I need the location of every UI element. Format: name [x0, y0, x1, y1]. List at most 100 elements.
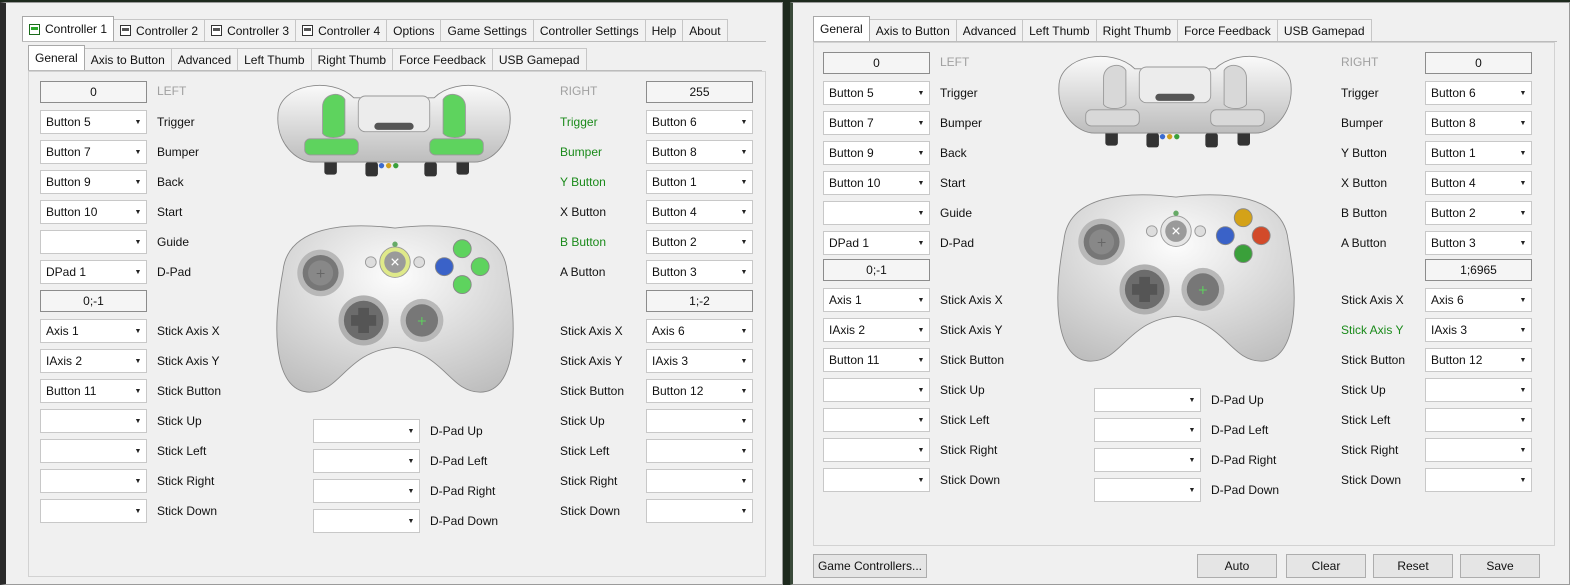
- d-pad-right-select[interactable]: ▼: [1094, 448, 1201, 472]
- left-stick-up-select[interactable]: ▼: [823, 378, 930, 402]
- d-pad-left-select[interactable]: ▼: [1094, 418, 1201, 442]
- right-stick-axis-x-select[interactable]: Axis 6 ▼: [1425, 288, 1532, 312]
- d-pad-down-select[interactable]: ▼: [1094, 478, 1201, 502]
- left-back-select[interactable]: Button 9 ▼: [823, 141, 930, 165]
- tab-advanced[interactable]: Advanced: [955, 19, 1024, 41]
- right-bumper-select[interactable]: Button 8 ▼: [1425, 111, 1532, 135]
- tab-controller-3[interactable]: Controller 3: [204, 19, 297, 41]
- left-d-pad-select[interactable]: DPad 1 ▼: [40, 260, 147, 284]
- right-stick-button-select[interactable]: Button 12 ▼: [646, 379, 753, 403]
- tab-game-settings[interactable]: Game Settings: [440, 19, 534, 41]
- left-start-select[interactable]: Button 10 ▼: [823, 171, 930, 195]
- left-bumper-select[interactable]: Button 7 ▼: [40, 140, 147, 164]
- right-bumper-select[interactable]: Button 8 ▼: [646, 140, 753, 164]
- tab-force-feedback[interactable]: Force Feedback: [1177, 19, 1278, 41]
- tab-force-feedback[interactable]: Force Feedback: [392, 48, 493, 70]
- d-pad-left-select[interactable]: ▼: [313, 449, 420, 473]
- chevron-down-icon: ▼: [740, 417, 748, 425]
- d-pad-right-select[interactable]: ▼: [313, 479, 420, 503]
- chevron-down-icon: ▼: [1519, 149, 1527, 157]
- right-stick-axis-x-select[interactable]: Axis 6 ▼: [646, 319, 753, 343]
- left-bumper-select[interactable]: Button 7 ▼: [823, 111, 930, 135]
- right-x-button-select[interactable]: Button 4 ▼: [1425, 171, 1532, 195]
- right-a-button-select[interactable]: Button 3 ▼: [646, 260, 753, 284]
- left-guide-select[interactable]: ▼: [40, 230, 147, 254]
- left-stick-button-select[interactable]: Button 11 ▼: [40, 379, 147, 403]
- tab-axis-to-button[interactable]: Axis to Button: [83, 48, 172, 70]
- chevron-down-icon: ▼: [407, 457, 415, 465]
- d-pad-up-select[interactable]: ▼: [313, 419, 420, 443]
- right-y-button-select[interactable]: Button 1 ▼: [646, 170, 753, 194]
- right-y-button-select[interactable]: Button 1 ▼: [1425, 141, 1532, 165]
- right-trigger-select[interactable]: Button 6 ▼: [646, 110, 753, 134]
- auto-button[interactable]: Auto: [1197, 554, 1277, 578]
- left-stick-axis-y-select[interactable]: IAxis 2 ▼: [823, 318, 930, 342]
- left-guide-select[interactable]: ▼: [823, 201, 930, 225]
- chevron-down-icon: ▼: [407, 517, 415, 525]
- tab-advanced[interactable]: Advanced: [170, 48, 239, 70]
- save-button[interactable]: Save: [1460, 554, 1540, 578]
- right-stick-up-select[interactable]: ▼: [646, 409, 753, 433]
- right-stick-button-select[interactable]: Button 12 ▼: [1425, 348, 1532, 372]
- right-stick-down-select[interactable]: ▼: [646, 499, 753, 523]
- tab-left-thumb[interactable]: Left Thumb: [237, 48, 312, 70]
- combo-value: Button 5: [829, 86, 874, 100]
- left-stick-right-select[interactable]: ▼: [823, 438, 930, 462]
- left-start-select[interactable]: Button 10 ▼: [40, 200, 147, 224]
- left-stick-axis-x-select[interactable]: Axis 1 ▼: [40, 319, 147, 343]
- left-stick-down-select[interactable]: ▼: [40, 499, 147, 523]
- tab-options[interactable]: Options: [386, 19, 442, 41]
- left-stick-down-select[interactable]: ▼: [823, 468, 930, 492]
- left-stick-right-select[interactable]: ▼: [40, 469, 147, 493]
- left-stick-axis-x-select[interactable]: Axis 1 ▼: [823, 288, 930, 312]
- tab-usb-gamepad[interactable]: USB Gamepad: [1276, 19, 1372, 41]
- right-stick-left-select[interactable]: ▼: [1425, 408, 1532, 432]
- right-stick-right-select[interactable]: ▼: [646, 469, 753, 493]
- tab-controller-2[interactable]: Controller 2: [113, 19, 206, 41]
- right-trigger-select[interactable]: Button 6 ▼: [1425, 81, 1532, 105]
- tab-general[interactable]: General: [813, 16, 870, 41]
- tab-axis-to-button[interactable]: Axis to Button: [868, 19, 957, 41]
- left-trigger-select[interactable]: Button 5 ▼: [40, 110, 147, 134]
- combo-value: Button 11: [46, 384, 97, 398]
- tab-about[interactable]: About: [682, 19, 728, 41]
- reset-button[interactable]: Reset: [1373, 554, 1453, 578]
- left-stick-up-select[interactable]: ▼: [40, 409, 147, 433]
- tab-right-thumb[interactable]: Right Thumb: [310, 48, 394, 70]
- right-b-button-select[interactable]: Button 2 ▼: [646, 230, 753, 254]
- tab-usb-gamepad[interactable]: USB Gamepad: [491, 48, 587, 70]
- right-trigger-value: 0: [1425, 52, 1532, 74]
- left-d-pad-select[interactable]: DPad 1 ▼: [823, 231, 930, 255]
- game-controllers-button[interactable]: Game Controllers...: [813, 554, 927, 578]
- d-pad-down-select[interactable]: ▼: [313, 509, 420, 533]
- clear-button[interactable]: Clear: [1286, 554, 1366, 578]
- right-x-button-select[interactable]: Button 4 ▼: [646, 200, 753, 224]
- left-back-select[interactable]: Button 9 ▼: [40, 170, 147, 194]
- tab-general[interactable]: General: [28, 45, 85, 70]
- chevron-down-icon: ▼: [1519, 476, 1527, 484]
- right-x-button-label: X Button: [1341, 176, 1388, 190]
- right-stick-axis-y-select[interactable]: IAxis 3 ▼: [1425, 318, 1532, 342]
- tab-help[interactable]: Help: [644, 19, 684, 41]
- tab-right-thumb[interactable]: Right Thumb: [1095, 19, 1179, 41]
- tab-controller-1[interactable]: Controller 1: [22, 16, 115, 41]
- left-stick-left-select[interactable]: ▼: [40, 439, 147, 463]
- left-stick-up-label: Stick Up: [157, 414, 202, 428]
- left-stick-left-select[interactable]: ▼: [823, 408, 930, 432]
- right-a-button-select[interactable]: Button 3 ▼: [1425, 231, 1532, 255]
- right-stick-axis-y-select[interactable]: IAxis 3 ▼: [646, 349, 753, 373]
- d-pad-up-select[interactable]: ▼: [1094, 388, 1201, 412]
- right-b-button-select[interactable]: Button 2 ▼: [1425, 201, 1532, 225]
- tab-controller-settings[interactable]: Controller Settings: [532, 19, 646, 41]
- left-stick-axis-y-select[interactable]: IAxis 2 ▼: [40, 349, 147, 373]
- controller-icon: [302, 25, 314, 36]
- right-stick-right-select[interactable]: ▼: [1425, 438, 1532, 462]
- tab-left-thumb[interactable]: Left Thumb: [1022, 19, 1097, 41]
- left-trigger-select[interactable]: Button 5 ▼: [823, 81, 930, 105]
- left-stick-button-select[interactable]: Button 11 ▼: [823, 348, 930, 372]
- right-stick-down-select[interactable]: ▼: [1425, 468, 1532, 492]
- right-stick-left-select[interactable]: ▼: [646, 439, 753, 463]
- chevron-down-icon: ▼: [740, 327, 748, 335]
- tab-controller-4[interactable]: Controller 4: [295, 19, 388, 41]
- right-stick-up-select[interactable]: ▼: [1425, 378, 1532, 402]
